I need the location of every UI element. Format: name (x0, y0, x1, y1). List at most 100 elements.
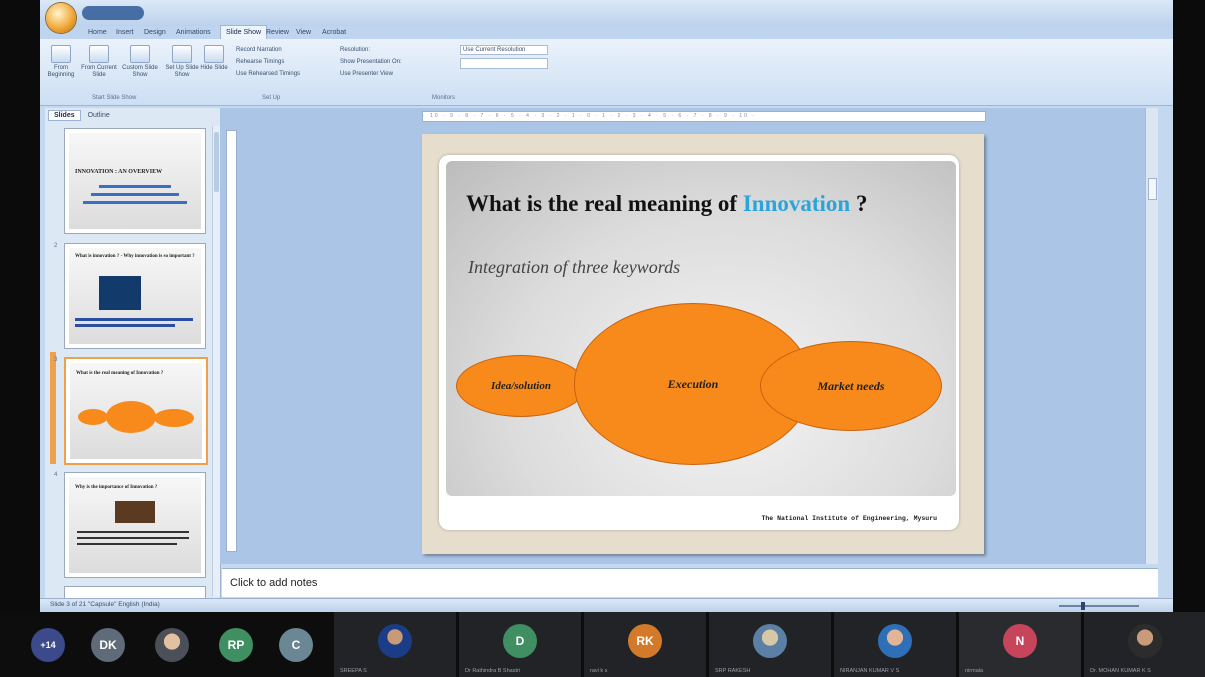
quick-access-toolbar[interactable] (82, 6, 144, 20)
slide-editor: · 10 · 9 · 8 · 7 · 6 · 5 · 4 · 3 · 2 · 1… (220, 108, 1158, 564)
thumbnail-line (77, 537, 189, 539)
hide-slide-icon (204, 45, 224, 63)
thumbnail-background: What is the real meaning of Innovation ? (70, 363, 202, 459)
thumbnail-line (75, 324, 175, 327)
thumbnail-line (75, 318, 193, 321)
editor-scrollbar[interactable] (1145, 108, 1158, 564)
tab-outline[interactable]: Outline (83, 111, 115, 120)
avatar: +14 (31, 628, 65, 662)
scrollbar-thumb[interactable] (1148, 178, 1157, 200)
ellipse-idea-solution[interactable]: Idea/solution (456, 355, 586, 417)
tab-design[interactable]: Design (144, 26, 166, 39)
slideshow-current-icon (89, 45, 109, 63)
avatar: RP (219, 628, 253, 662)
custom-slide-show-button[interactable]: Custom Slide Show (120, 45, 160, 79)
participant-name: nirmala (965, 668, 984, 674)
scrollbar-thumb[interactable] (214, 132, 219, 192)
from-beginning-label: From Beginning (47, 65, 75, 78)
hide-slide-button[interactable]: Hide Slide (200, 45, 228, 72)
rehearse-timings-button[interactable]: Rehearse Timings (236, 59, 284, 65)
participant-name: NIRANJAN KUMAR V S (840, 668, 900, 674)
setup-icon (172, 45, 192, 63)
show-on-select[interactable] (460, 58, 548, 69)
status-bar: Slide 3 of 21 "Capsule" English (India) (40, 598, 1173, 612)
slide-subtitle[interactable]: Integration of three keywords (468, 257, 680, 278)
slide-frame: What is the real meaning of Innovation ?… (439, 155, 959, 530)
participant-name: Dr. MOHAN KUMAR K S (1090, 668, 1151, 674)
participant-tile[interactable]: DK (78, 612, 138, 677)
title-highlight: Innovation (742, 191, 851, 216)
slide-thumbnail-1[interactable]: INNOVATION : AN OVERVIEW (64, 128, 206, 234)
avatar: C (279, 628, 313, 662)
notes-pane[interactable]: Click to add notes (222, 568, 1158, 597)
participant-tile[interactable]: N nirmala (959, 612, 1081, 677)
avatar (878, 624, 912, 658)
tab-view[interactable]: View (296, 26, 311, 39)
tab-slides[interactable]: Slides (48, 110, 81, 121)
thumbnail-image (99, 276, 141, 310)
slide-title[interactable]: What is the real meaning of Innovation ? (466, 191, 867, 217)
thumbnail-title: What is the real meaning of Innovation ? (76, 371, 164, 376)
zoom-slider[interactable] (1019, 602, 1149, 610)
zoom-track (1059, 605, 1139, 607)
participant-tile[interactable]: SREEPA S (334, 612, 456, 677)
thumbnail-number: 3 (54, 357, 58, 363)
slide-thumbnail-2[interactable]: What is innovation ? - Why innovation is… (64, 243, 206, 349)
participant-name: SREEPA S (340, 668, 367, 674)
thumbnail-ellipse (78, 409, 108, 425)
slide-background: What is the real meaning of Innovation ?… (446, 161, 956, 496)
thumbnail-background: What is innovation ? - Why innovation is… (69, 248, 201, 344)
slide-canvas[interactable]: What is the real meaning of Innovation ?… (422, 134, 984, 554)
tab-insert[interactable]: Insert (116, 26, 134, 39)
participant-tile[interactable]: D Dr Rathindra B Shastri (459, 612, 581, 677)
avatar: N (1003, 624, 1037, 658)
avatar (378, 624, 412, 658)
tab-slide-show[interactable]: Slide Show (220, 25, 268, 40)
participant-tile[interactable] (142, 612, 202, 677)
resolution-label: Resolution: (340, 47, 371, 53)
title-text: What is the real meaning of (466, 191, 743, 216)
slideshow-icon (51, 45, 71, 63)
thumbnail-line (77, 531, 189, 533)
from-current-slide-button[interactable]: From Current Slide (80, 45, 118, 79)
thumbnail-ellipse (154, 409, 194, 427)
from-beginning-button[interactable]: From Beginning (42, 45, 80, 79)
participant-tile[interactable]: C (266, 612, 326, 677)
participant-tile[interactable]: RP (206, 612, 266, 677)
hide-slide-label: Hide Slide (200, 65, 228, 71)
slides-panel: Slides Outline INNOVATION : AN OVERVIEW … (45, 108, 221, 600)
ellipse-market-needs[interactable]: Market needs (760, 341, 942, 431)
participant-tile[interactable]: +14 (18, 612, 78, 677)
participant-tile[interactable]: SRP RAKESH (709, 612, 831, 677)
office-button-icon[interactable] (46, 3, 76, 33)
slide-footer: The National Institute of Engineering, M… (761, 515, 937, 522)
thumbnail-line (83, 201, 187, 204)
participant-name: ravi k s (590, 668, 608, 674)
participant-tile[interactable]: Dr. MOHAN KUMAR K S (1084, 612, 1205, 677)
slide-thumbnail-3[interactable]: What is the real meaning of Innovation ? (64, 357, 208, 465)
avatar: DK (91, 628, 125, 662)
show-presentation-on-label: Show Presentation On: (340, 59, 402, 65)
participant-tile[interactable]: RK ravi k s (584, 612, 706, 677)
record-narration-button[interactable]: Record Narration (236, 47, 282, 53)
thumbnail-line (91, 193, 179, 196)
thumbnail-title: What is innovation ? - Why innovation is… (75, 254, 195, 259)
thumbnail-line (77, 543, 177, 545)
set-up-slide-show-button[interactable]: Set Up Slide Show (165, 45, 199, 79)
title-bar (40, 0, 1173, 26)
tab-animations[interactable]: Animations (176, 26, 211, 39)
ribbon: From Beginning From Current Slide Custom… (40, 39, 1173, 106)
tab-acrobat[interactable]: Acrobat (322, 26, 346, 39)
resolution-select[interactable]: Use Current Resolution (460, 45, 548, 55)
thumbnail-number: 4 (54, 472, 58, 478)
panel-scrollbar[interactable] (212, 126, 220, 596)
tab-review[interactable]: Review (266, 26, 289, 39)
horizontal-ruler: · 10 · 9 · 8 · 7 · 6 · 5 · 4 · 3 · 2 · 1… (422, 111, 986, 122)
zoom-thumb[interactable] (1081, 602, 1085, 610)
slide-thumbnail-4[interactable]: Why is the importance of Innovation ? (64, 472, 206, 578)
powerpoint-window: Home Insert Design Animations Slide Show… (40, 0, 1173, 612)
use-presenter-view-checkbox[interactable]: Use Presenter View (340, 71, 393, 77)
participant-tile[interactable]: NIRANJAN KUMAR V S (834, 612, 956, 677)
use-rehearsed-timings-checkbox[interactable]: Use Rehearsed Timings (236, 71, 300, 77)
tab-home[interactable]: Home (88, 26, 107, 39)
